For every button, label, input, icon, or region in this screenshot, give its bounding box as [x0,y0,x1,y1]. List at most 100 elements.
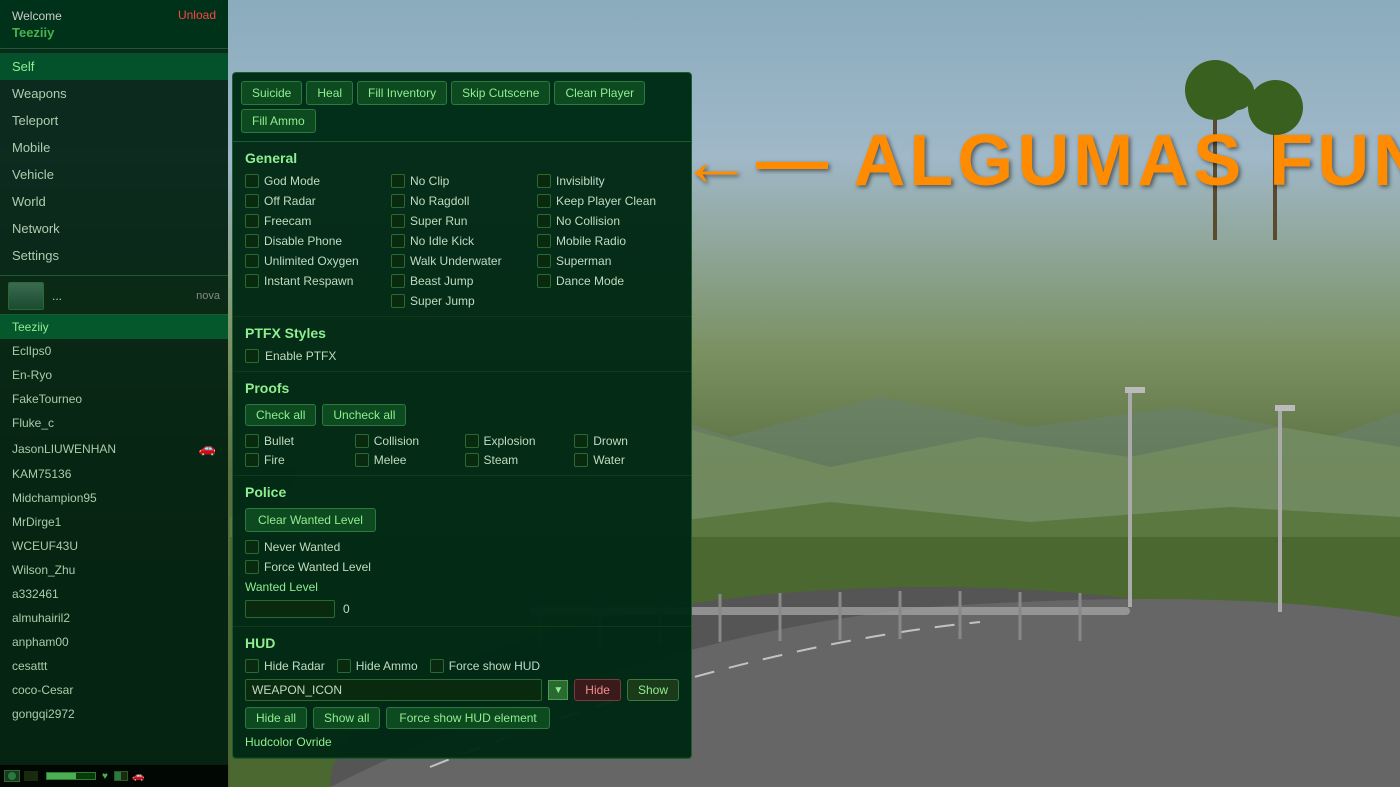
toggle-checkbox-steam[interactable] [465,453,479,467]
player-item-almuhairil2[interactable]: almuhairil2 [0,606,228,630]
hud-element-dropdown[interactable]: WEAPON_ICON [245,679,542,701]
toggle-never-wanted[interactable]: Never Wanted [245,540,679,554]
toggle-checkbox-collision[interactable] [355,434,369,448]
hide-all-button[interactable]: Hide all [245,707,307,729]
nav-item-settings[interactable]: Settings [0,242,228,269]
player-item-gongqi2972[interactable]: gongqi2972 [0,702,228,726]
toggle-checkbox-instant-respawn[interactable] [245,274,259,288]
player-item-a332461[interactable]: a332461 [0,582,228,606]
nav-item-teleport[interactable]: Teleport [0,107,228,134]
player-item-jasonliuwenhan[interactable]: JasonLIUWENHAN 🚗 [0,435,228,462]
nav-item-self[interactable]: Self [0,53,228,80]
toggle-instant-respawn[interactable]: Instant Respawn [245,274,387,288]
toggle-off-radar[interactable]: Off Radar [245,194,387,208]
hide-button[interactable]: Hide [574,679,621,701]
toggle-force-wanted-level[interactable]: Force Wanted Level [245,560,679,574]
nav-item-network[interactable]: Network [0,215,228,242]
toggle-checkbox-water[interactable] [574,453,588,467]
toggle-invisiblity[interactable]: Invisiblity [537,174,679,188]
toggle-checkbox-dance-mode[interactable] [537,274,551,288]
toggle-explosion[interactable]: Explosion [465,434,570,448]
player-item-cesattt[interactable]: cesattt [0,654,228,678]
clear-wanted-level-button[interactable]: Clear Wanted Level [245,508,376,532]
toggle-checkbox-never-wanted[interactable] [245,540,259,554]
force-show-element-button[interactable]: Force show HUD element [386,707,549,729]
tab-clean-player[interactable]: Clean Player [554,81,645,105]
player-item-teeziiy[interactable]: Teeziiy [0,315,228,339]
player-item-en-ryo[interactable]: En-Ryo [0,363,228,387]
dropdown-arrow-icon[interactable]: ▼ [548,680,568,700]
toggle-super-run[interactable]: Super Run [391,214,533,228]
player-item-wilson-zhu[interactable]: Wilson_Zhu [0,558,228,582]
toggle-super-jump[interactable]: Super Jump [391,294,533,308]
nav-item-mobile[interactable]: Mobile [0,134,228,161]
toggle-drown[interactable]: Drown [574,434,679,448]
toggle-water[interactable]: Water [574,453,679,467]
toggle-checkbox-no-idle-kick[interactable] [391,234,405,248]
toggle-checkbox-drown[interactable] [574,434,588,448]
unload-button[interactable]: Unload [178,8,216,22]
player-item-midchampion95[interactable]: Midchampion95 [0,486,228,510]
toggle-bullet[interactable]: Bullet [245,434,350,448]
toggle-checkbox-melee[interactable] [355,453,369,467]
toggle-god-mode[interactable]: God Mode [245,174,387,188]
toggle-checkbox-off-radar[interactable] [245,194,259,208]
toggle-checkbox-no-collision[interactable] [537,214,551,228]
toggle-no-ragdoll[interactable]: No Ragdoll [391,194,533,208]
player-item-wceuf43u[interactable]: WCEUF43U [0,534,228,558]
toggle-hide-radar[interactable]: Hide Radar [245,659,325,673]
check-all-button[interactable]: Check all [245,404,316,426]
player-item-faketourneo[interactable]: FakeTourneo [0,387,228,411]
toggle-checkbox-invisiblity[interactable] [537,174,551,188]
uncheck-all-button[interactable]: Uncheck all [322,404,406,426]
toggle-checkbox-hide-ammo[interactable] [337,659,351,673]
toggle-unlimited-oxygen[interactable]: Unlimited Oxygen [245,254,387,268]
wanted-level-track[interactable] [245,600,335,618]
player-item-kam75136[interactable]: KAM75136 [0,462,228,486]
show-all-button[interactable]: Show all [313,707,380,729]
toggle-checkbox-keep-player-clean[interactable] [537,194,551,208]
player-item-coco-cesar[interactable]: coco-Cesar [0,678,228,702]
toggle-beast-jump[interactable]: Beast Jump [391,274,533,288]
toggle-mobile-radio[interactable]: Mobile Radio [537,234,679,248]
toggle-force-show-hud[interactable]: Force show HUD [430,659,540,673]
toggle-walk-underwater[interactable]: Walk Underwater [391,254,533,268]
toggle-melee[interactable]: Melee [355,453,460,467]
toggle-checkbox-force-show-hud[interactable] [430,659,444,673]
toggle-checkbox-walk-underwater[interactable] [391,254,405,268]
toggle-disable-phone[interactable]: Disable Phone [245,234,387,248]
player-item-anpham00[interactable]: anpham00 [0,630,228,654]
toggle-checkbox-no-ragdoll[interactable] [391,194,405,208]
player-item-mrdirge1[interactable]: MrDirge1 [0,510,228,534]
toggle-fire[interactable]: Fire [245,453,350,467]
toggle-checkbox-super-jump[interactable] [391,294,405,308]
toggle-no-clip[interactable]: No Clip [391,174,533,188]
toggle-dance-mode[interactable]: Dance Mode [537,274,679,288]
toggle-hide-ammo[interactable]: Hide Ammo [337,659,418,673]
tab-suicide[interactable]: Suicide [241,81,302,105]
toggle-superman[interactable]: Superman [537,254,679,268]
toggle-checkbox-bullet[interactable] [245,434,259,448]
player-item-fluke-c[interactable]: Fluke_c [0,411,228,435]
toggle-checkbox-enable-ptfx[interactable] [245,349,259,363]
toggle-no-idle-kick[interactable]: No Idle Kick [391,234,533,248]
toggle-checkbox-mobile-radio[interactable] [537,234,551,248]
toggle-checkbox-no-clip[interactable] [391,174,405,188]
toggle-checkbox-explosion[interactable] [465,434,479,448]
toggle-checkbox-unlimited-oxygen[interactable] [245,254,259,268]
toggle-checkbox-beast-jump[interactable] [391,274,405,288]
toggle-checkbox-super-run[interactable] [391,214,405,228]
tab-fill-ammo[interactable]: Fill Ammo [241,109,316,133]
toggle-checkbox-force-wanted-level[interactable] [245,560,259,574]
tab-heal[interactable]: Heal [306,81,353,105]
toggle-collision[interactable]: Collision [355,434,460,448]
toggle-keep-player-clean[interactable]: Keep Player Clean [537,194,679,208]
show-button[interactable]: Show [627,679,679,701]
player-item-eclips0[interactable]: EclIps0 [0,339,228,363]
toggle-checkbox-superman[interactable] [537,254,551,268]
toggle-checkbox-freecam[interactable] [245,214,259,228]
toggle-checkbox-disable-phone[interactable] [245,234,259,248]
nav-item-weapons[interactable]: Weapons [0,80,228,107]
toggle-steam[interactable]: Steam [465,453,570,467]
tab-fill-inventory[interactable]: Fill Inventory [357,81,447,105]
